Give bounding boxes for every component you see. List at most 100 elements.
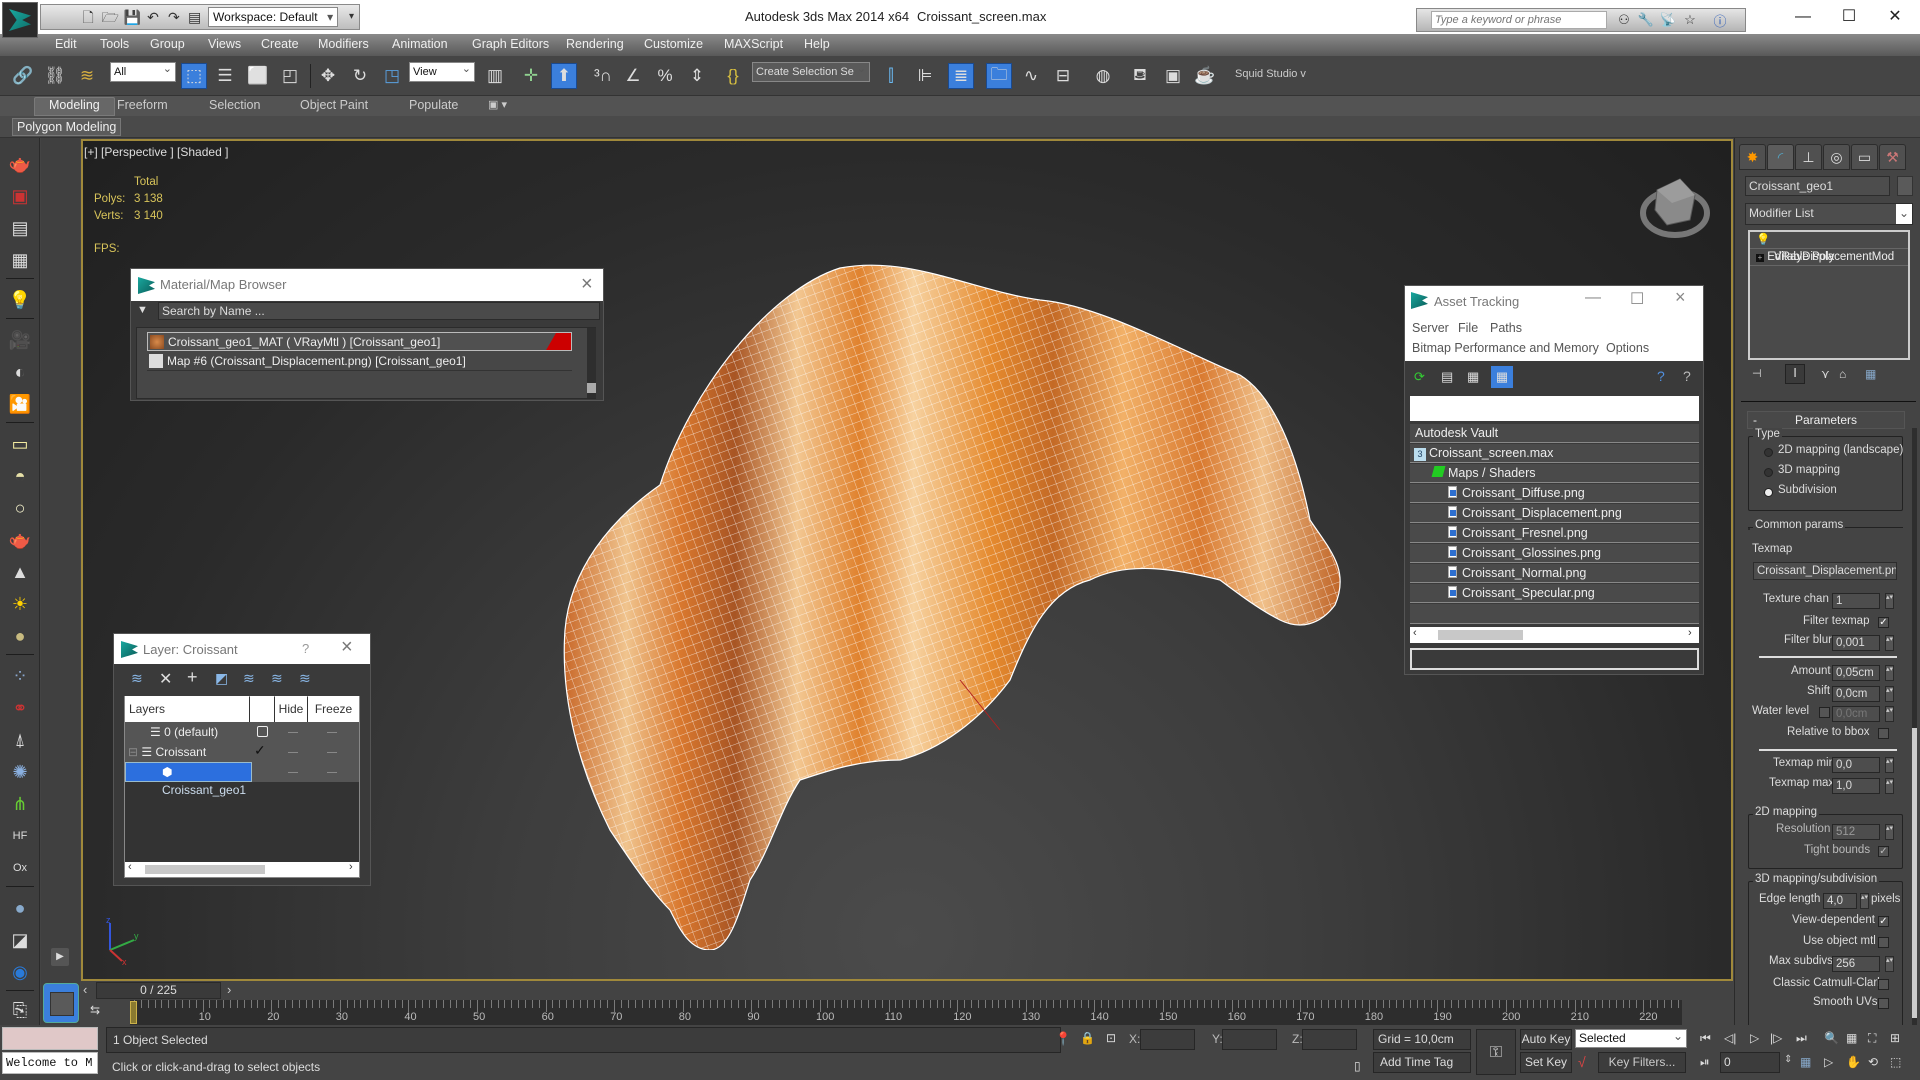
new-icon[interactable]: 🗋 (81, 9, 96, 25)
reference-coordinate-dropdown[interactable]: View (409, 60, 475, 82)
spinner-arrows-icon[interactable]: ▴▾ (1885, 706, 1894, 722)
grass-icon[interactable]: ⋔ (8, 792, 32, 816)
tab-object-paint[interactable]: Object Paint (300, 98, 368, 112)
spinner-arrows-icon[interactable]: ▴▾ (1885, 635, 1894, 651)
next-frame-icon[interactable]: › (227, 982, 231, 997)
radio-subdivision[interactable] (1764, 488, 1773, 497)
catmull-clark-checkbox[interactable] (1878, 979, 1889, 990)
key-mode-toggle-icon[interactable]: ⏯ (1700, 1055, 1710, 1070)
lightbulb-icon[interactable]: 💡 (1756, 234, 1770, 246)
scene-explorer-icon[interactable]: 🗀 (986, 63, 1012, 89)
current-layer-check-icon[interactable]: ✓ (254, 742, 266, 759)
utilities-tab-icon[interactable]: ⚒ (1879, 144, 1906, 170)
table-view-icon[interactable]: ▦ (1491, 366, 1513, 388)
menu-graph-editors[interactable]: Graph Editors (472, 37, 549, 51)
rotate-icon[interactable]: ↻ (347, 63, 373, 89)
max-subdivs-spinner[interactable]: 256 (1832, 956, 1880, 972)
add-to-layer-icon[interactable]: + (187, 667, 198, 688)
use-object-mtl-checkbox[interactable] (1878, 937, 1889, 948)
radio-3d-mapping-label[interactable]: 3D mapping (1778, 464, 1840, 476)
hair-farm-icon[interactable]: HF (8, 824, 32, 848)
material-sphere-icon[interactable]: ● (8, 896, 32, 920)
current-frame-marker[interactable] (130, 1001, 137, 1024)
project-folder-icon[interactable]: ▤ (187, 9, 202, 25)
configure-modifier-sets-icon[interactable]: ▦ (1865, 367, 1876, 381)
timeline-ruler[interactable]: 10 20 30 40 50 60 70 80 90 100 110 120 130 140 150 160 1… (130, 1000, 1682, 1025)
menu-file[interactable]: File (1458, 321, 1478, 335)
rendered-frame-window-icon[interactable]: ▣ (1160, 63, 1186, 89)
asset-row[interactable]: Croissant_Displacement.png (1410, 504, 1699, 523)
maxscript-input[interactable]: Welcome to M (2, 1052, 98, 1074)
satellite-icon[interactable]: 📡 (1657, 12, 1679, 28)
close-icon[interactable]: × (341, 636, 353, 659)
key-filters-button[interactable]: Key Filters... (1598, 1052, 1686, 1073)
selection-lock-icon[interactable]: 🔒 (1080, 1031, 1095, 1045)
smooth-uvs-checkbox[interactable] (1878, 998, 1889, 1009)
mesh-light-icon[interactable]: 🫖 (8, 528, 32, 552)
edge-length-spinner[interactable]: 4,0 (1823, 893, 1857, 909)
horizontal-scrollbar[interactable]: ‹ › (1410, 627, 1699, 643)
percent-snap-icon[interactable]: % (652, 63, 678, 89)
previous-key-icon[interactable]: ◁| (1724, 1031, 1736, 1045)
molecule-icon[interactable]: ⚭ (8, 696, 32, 720)
help-button[interactable]: ? (302, 641, 309, 656)
app-menu-button[interactable] (2, 2, 38, 38)
menu-server[interactable]: Server (1412, 321, 1449, 335)
asset-row[interactable]: Croissant_Fresnel.png (1410, 524, 1699, 543)
x-coordinate-field[interactable] (1140, 1029, 1195, 1050)
radio-subdivision-label[interactable]: Subdivision (1778, 484, 1837, 496)
default-in-out-tangent-icon[interactable]: √ (1578, 1054, 1586, 1070)
time-configuration-icon[interactable]: ▦ (1800, 1055, 1811, 1069)
relative-bbox-checkbox[interactable] (1878, 728, 1889, 739)
create-layer-icon[interactable]: ≋ (131, 670, 143, 687)
menu-group[interactable]: Group (150, 37, 185, 51)
asset-row[interactable]: Croissant_Glossines.png (1410, 544, 1699, 563)
menu-bitmap-performance[interactable]: Bitmap Performance and Memory (1412, 341, 1599, 355)
absolute-mode-icon[interactable]: ⊡ (1106, 1031, 1116, 1045)
sphere-light-icon[interactable]: ○ (8, 496, 32, 520)
play-icon[interactable]: ▷ (1750, 1031, 1759, 1045)
menu-modifiers[interactable]: Modifiers (318, 37, 369, 51)
window-crossing-icon[interactable]: ◰ (277, 63, 303, 89)
material-assign-icon[interactable]: ◪ (8, 928, 32, 952)
set-key-button[interactable]: Set Key (1520, 1052, 1572, 1073)
spinner-arrows-icon[interactable]: ▴▾ (1885, 824, 1894, 840)
show-end-result-icon[interactable]: I (1785, 364, 1805, 384)
layer-row[interactable]: ☰ 0 (default) (150, 722, 218, 742)
time-tag-icon[interactable]: ▯ (1354, 1059, 1361, 1073)
scatter-icon[interactable]: ⁘ (8, 664, 32, 688)
isolate-selection-icon[interactable]: 📍 (1055, 1031, 1071, 1047)
maxscript-listener-output[interactable] (2, 1027, 98, 1050)
radio-2d-mapping-label[interactable]: 2D mapping (landscape) (1778, 444, 1903, 456)
ambient-light-icon[interactable]: ● (8, 624, 32, 648)
move-icon[interactable]: ✥ (315, 63, 341, 89)
close-icon[interactable]: × (581, 273, 593, 296)
delete-layer-icon[interactable]: ✕ (159, 669, 172, 689)
key-icon[interactable]: 🔧 (1635, 12, 1657, 28)
refresh-icon[interactable]: ⟳ (1414, 369, 1425, 385)
open-icon[interactable]: 🗁 (102, 9, 119, 25)
pivot-center-icon[interactable]: ▥ (482, 63, 508, 89)
display-tab-icon[interactable]: ▭ (1851, 144, 1878, 170)
time-slider-track[interactable]: ‹ 0 / 225 › (81, 981, 1733, 1000)
scrollbar-thumb[interactable] (1438, 630, 1523, 640)
pin-stack-icon[interactable]: ⊣ (1752, 367, 1762, 380)
layer-row[interactable]: ⊟ ☰ Croissant (128, 742, 206, 762)
go-to-start-icon[interactable]: ⏮ (1700, 1031, 1711, 1046)
spinner-arrows-icon[interactable]: ⇕ (1784, 1054, 1792, 1065)
spinner-arrows-icon[interactable]: ▴▾ (1885, 778, 1894, 794)
help-icon[interactable]: ⓘ (1709, 11, 1731, 30)
asset-path-field[interactable] (1410, 648, 1699, 670)
y-coordinate-field[interactable] (1222, 1029, 1277, 1050)
render-production-icon[interactable]: ☕ (1192, 63, 1218, 89)
asset-row[interactable]: Croissant_Specular.png (1410, 584, 1699, 603)
z-coordinate-field[interactable] (1302, 1029, 1357, 1050)
asset-row[interactable]: Croissant_Normal.png (1410, 564, 1699, 583)
list-view-icon[interactable]: ▤ (1441, 369, 1453, 385)
material-browser-titlebar[interactable]: Material/Map Browser × (131, 269, 603, 301)
select-by-name-icon[interactable]: ☰ (212, 63, 238, 89)
panel-scrollbar[interactable] (1912, 428, 1917, 1028)
material-editor-icon[interactable]: ◍ (1090, 63, 1116, 89)
close-button[interactable]: × (1675, 287, 1686, 308)
tab-modeling[interactable]: Modeling (34, 97, 115, 116)
